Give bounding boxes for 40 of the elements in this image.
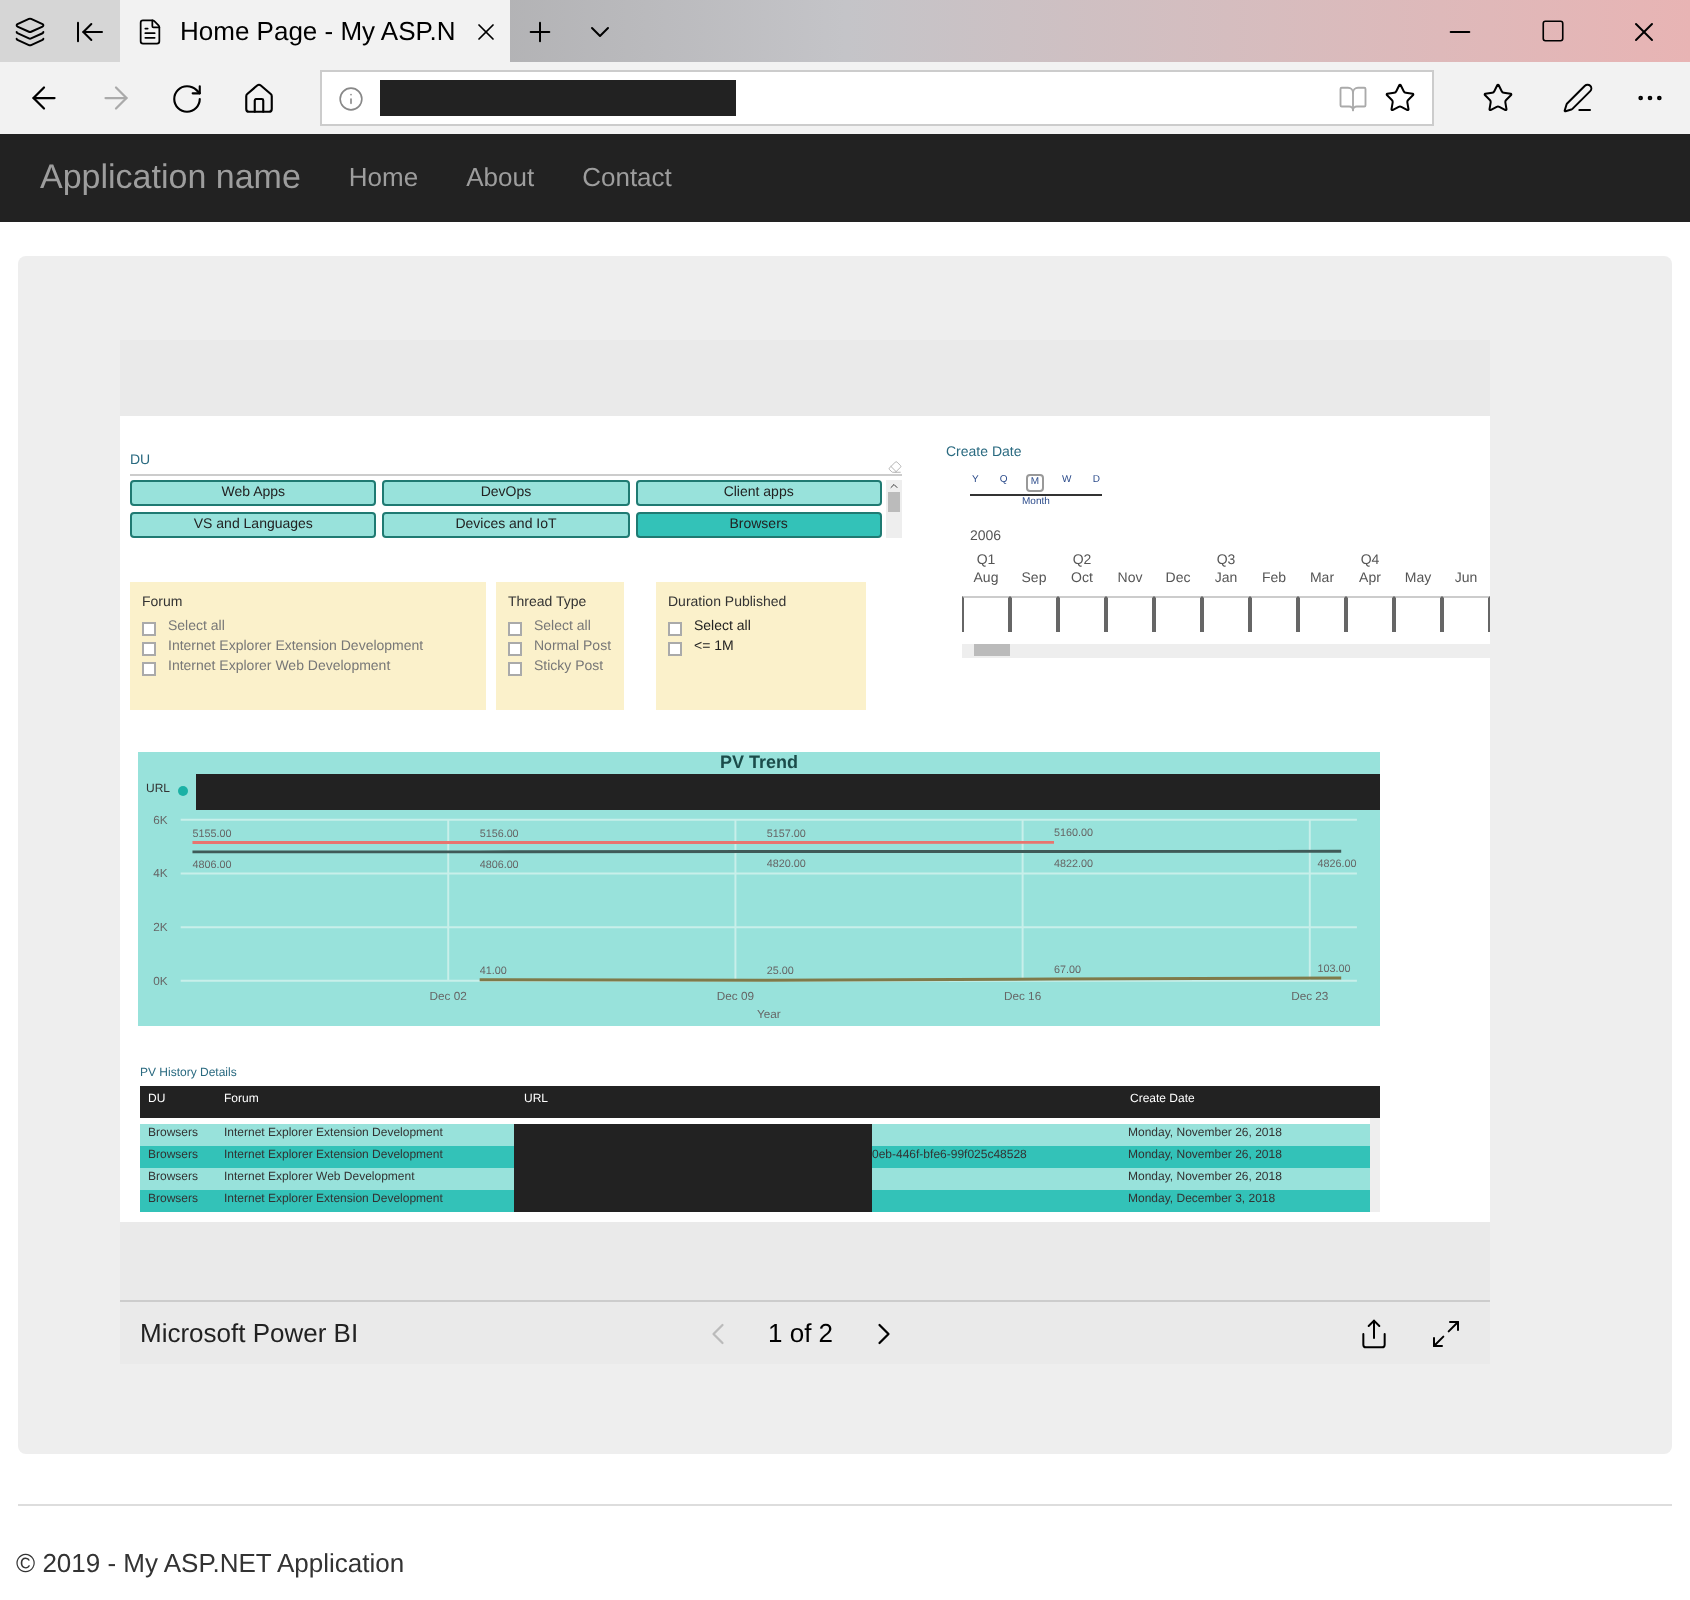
brand-link[interactable]: Application name xyxy=(40,152,301,204)
month-cell[interactable] xyxy=(1346,595,1394,631)
star-icon[interactable] xyxy=(1384,82,1417,114)
checkbox[interactable] xyxy=(142,621,156,635)
month-cell[interactable] xyxy=(1202,595,1250,631)
tabs-icon[interactable] xyxy=(0,0,60,62)
month-cell[interactable] xyxy=(1010,595,1058,631)
power-bi-brand: Microsoft Power BI xyxy=(140,1315,361,1352)
nav-link[interactable]: Home xyxy=(348,158,419,198)
footer-text: © 2019 - My ASP.NET Application xyxy=(16,1546,405,1582)
set-aside-icon[interactable] xyxy=(60,0,120,62)
nav-link[interactable]: About xyxy=(466,158,535,198)
checkbox[interactable] xyxy=(668,641,682,655)
browser-tab[interactable]: Home Page - My ASP.N xyxy=(120,0,510,62)
checkbox[interactable] xyxy=(508,641,522,655)
month-cell[interactable] xyxy=(1394,595,1442,631)
month-cell[interactable] xyxy=(1154,595,1202,631)
nav-link[interactable]: Contact xyxy=(582,158,672,198)
page-icon xyxy=(136,17,164,45)
month-cell[interactable] xyxy=(1298,595,1346,631)
timeline-scrollbar[interactable] xyxy=(962,643,1490,657)
checkbox[interactable] xyxy=(668,621,682,635)
month-cell[interactable] xyxy=(1058,595,1106,631)
checkbox[interactable] xyxy=(142,661,156,675)
fullscreen-icon[interactable] xyxy=(1430,1317,1462,1349)
month-cell[interactable] xyxy=(1442,595,1490,631)
scrollbar[interactable] xyxy=(886,479,902,537)
month-cell[interactable] xyxy=(962,595,1010,631)
scroll-up-icon xyxy=(888,479,900,491)
chart-title: PV Trend xyxy=(719,751,798,773)
share-icon[interactable] xyxy=(1358,1317,1390,1349)
address-field[interactable] xyxy=(319,70,1435,126)
info-icon xyxy=(337,85,364,111)
checkbox[interactable] xyxy=(142,641,156,655)
checkbox[interactable] xyxy=(508,621,522,635)
page-indicator: 1 of 2 xyxy=(768,1315,834,1352)
checkbox[interactable] xyxy=(508,661,522,675)
month-cell[interactable] xyxy=(1106,595,1154,631)
scrollbar[interactable] xyxy=(1370,1117,1380,1211)
month-cell[interactable] xyxy=(1250,595,1298,631)
